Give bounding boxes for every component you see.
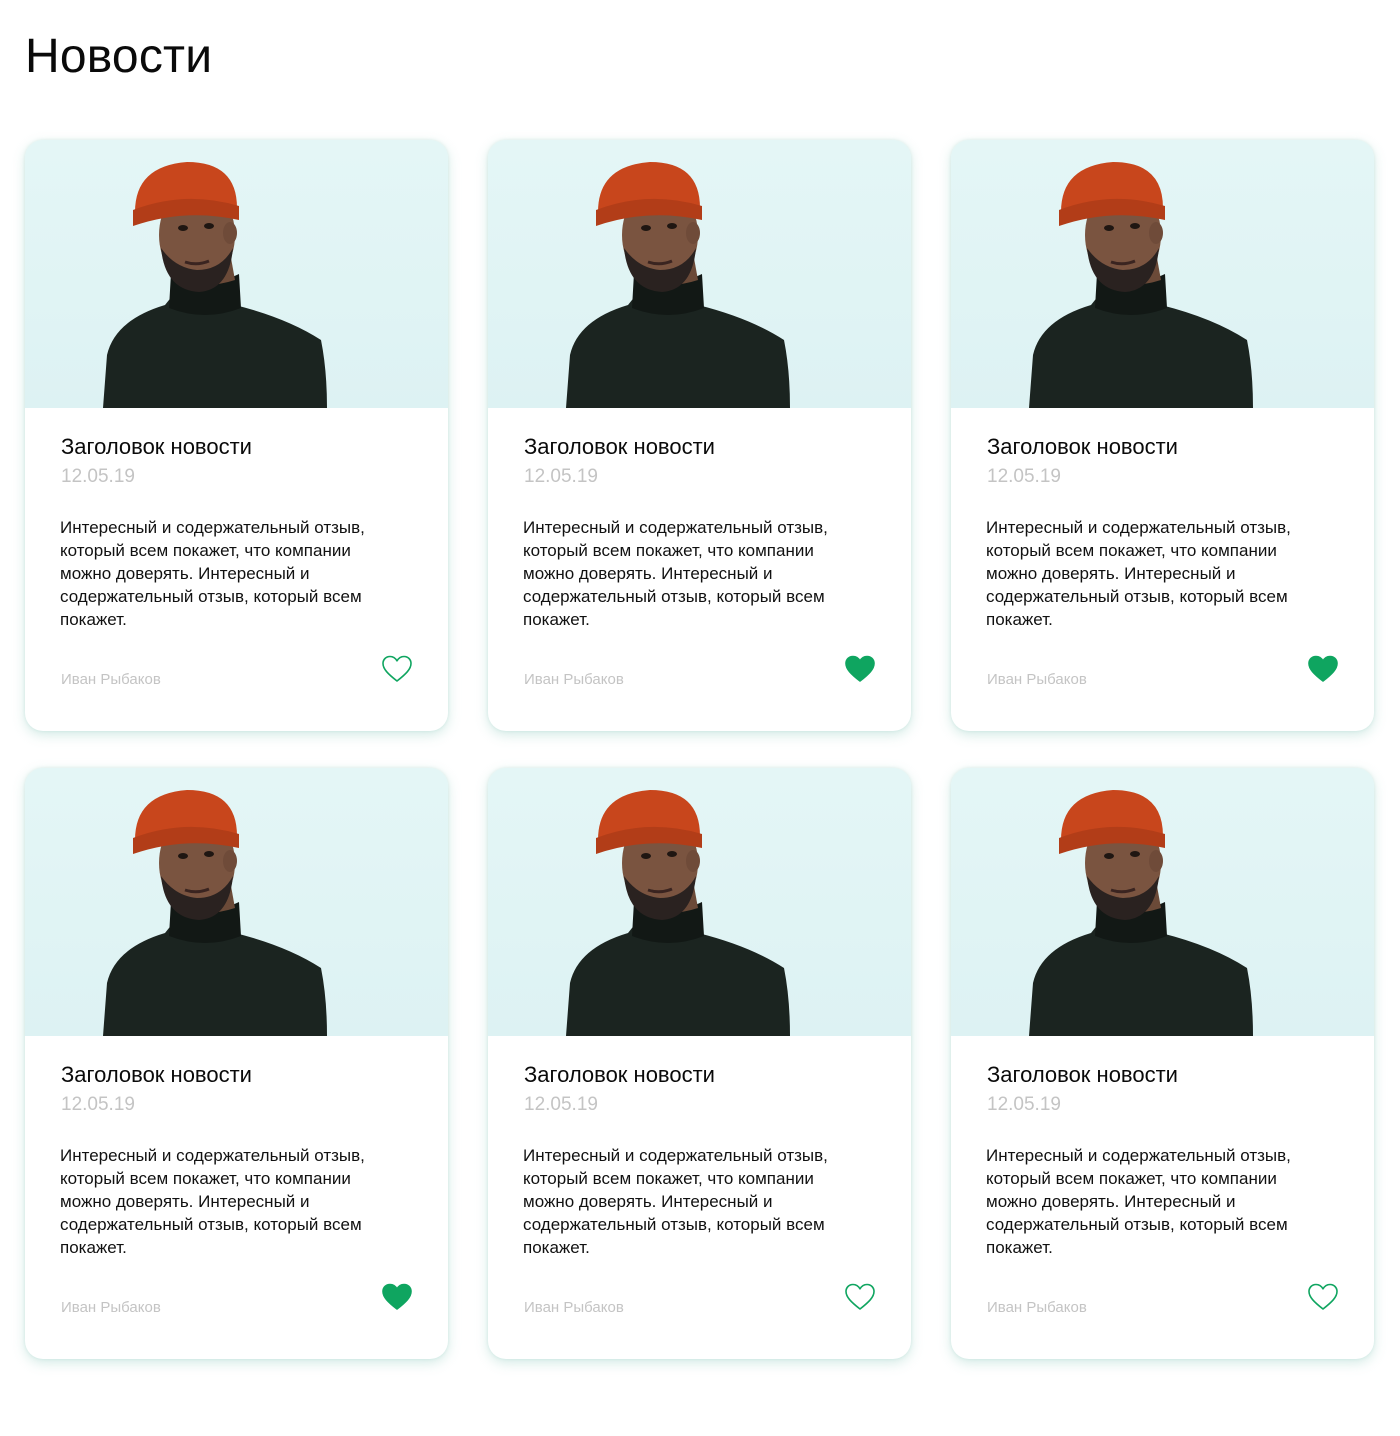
news-title[interactable]: Заголовок новости: [987, 433, 1178, 461]
news-title[interactable]: Заголовок новости: [524, 433, 715, 461]
like-button[interactable]: [380, 652, 414, 686]
news-photo: [488, 140, 911, 408]
news-author: Иван Рыбаков: [987, 671, 1087, 688]
like-button[interactable]: [380, 1280, 414, 1314]
news-grid: Заголовок новости 12.05.19 Интересный и …: [25, 140, 1375, 1359]
news-photo: [25, 768, 448, 1036]
heart-outline-icon: [1308, 1283, 1338, 1310]
news-photo: [951, 768, 1374, 1036]
news-photo: [951, 140, 1374, 408]
news-title[interactable]: Заголовок новости: [524, 1061, 715, 1089]
news-date: 12.05.19: [61, 466, 135, 487]
page-title: Новости: [25, 30, 213, 83]
heart-filled-icon: [382, 1283, 412, 1310]
news-card[interactable]: Заголовок новости 12.05.19 Интересный и …: [488, 140, 911, 731]
news-title[interactable]: Заголовок новости: [61, 1061, 252, 1089]
news-card[interactable]: Заголовок новости 12.05.19 Интересный и …: [951, 768, 1374, 1359]
news-author: Иван Рыбаков: [524, 1299, 624, 1316]
news-date: 12.05.19: [524, 1094, 598, 1115]
news-card[interactable]: Заголовок новости 12.05.19 Интересный и …: [25, 768, 448, 1359]
like-button[interactable]: [1306, 1280, 1340, 1314]
heart-outline-icon: [382, 655, 412, 682]
heart-outline-icon: [845, 1283, 875, 1310]
news-photo: [25, 140, 448, 408]
news-date: 12.05.19: [61, 1094, 135, 1115]
news-card[interactable]: Заголовок новости 12.05.19 Интересный и …: [25, 140, 448, 731]
news-text: Интересный и содержательный отзыв, котор…: [60, 518, 365, 629]
like-button[interactable]: [843, 1280, 877, 1314]
news-author: Иван Рыбаков: [61, 1299, 161, 1316]
news-text: Интересный и содержательный отзыв, котор…: [523, 1146, 828, 1257]
like-button[interactable]: [843, 652, 877, 686]
news-title[interactable]: Заголовок новости: [61, 433, 252, 461]
heart-filled-icon: [845, 655, 875, 682]
news-author: Иван Рыбаков: [61, 671, 161, 688]
news-text: Интересный и содержательный отзыв, котор…: [523, 518, 828, 629]
news-card[interactable]: Заголовок новости 12.05.19 Интересный и …: [951, 140, 1374, 731]
news-photo: [488, 768, 911, 1036]
news-date: 12.05.19: [987, 1094, 1061, 1115]
like-button[interactable]: [1306, 652, 1340, 686]
news-date: 12.05.19: [524, 466, 598, 487]
news-text: Интересный и содержательный отзыв, котор…: [986, 518, 1291, 629]
news-text: Интересный и содержательный отзыв, котор…: [60, 1146, 365, 1257]
news-title[interactable]: Заголовок новости: [987, 1061, 1178, 1089]
news-author: Иван Рыбаков: [524, 671, 624, 688]
news-date: 12.05.19: [987, 466, 1061, 487]
heart-filled-icon: [1308, 655, 1338, 682]
news-text: Интересный и содержательный отзыв, котор…: [986, 1146, 1291, 1257]
news-author: Иван Рыбаков: [987, 1299, 1087, 1316]
news-card[interactable]: Заголовок новости 12.05.19 Интересный и …: [488, 768, 911, 1359]
